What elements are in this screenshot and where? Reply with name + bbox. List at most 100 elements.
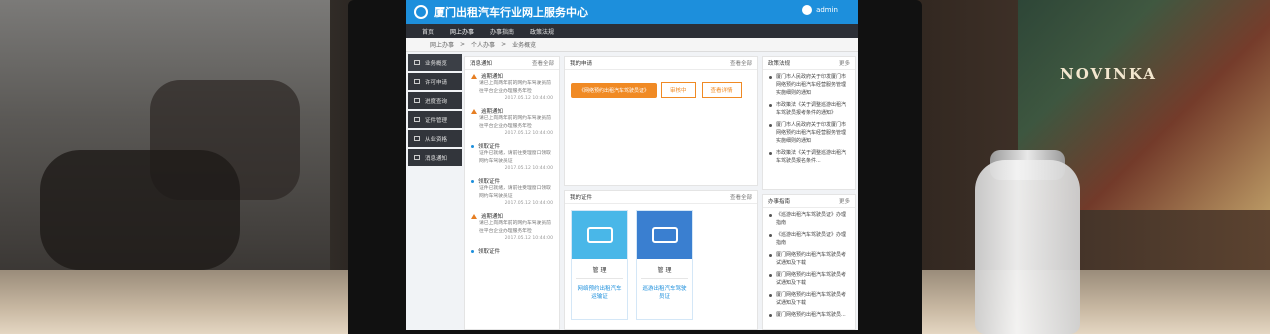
info-dot-icon	[471, 249, 474, 253]
policy-item-text: 市政策法《关于调整巡游出租汽车驾驶员报名条件...	[776, 150, 847, 164]
certificate-card[interactable]: 管 理 网络预约出租汽车运输证	[571, 210, 628, 320]
guide-list: 《巡游出租汽车驾驶员证》办理指南 《巡游出租汽车驾驶员证》办理指南 厦门网络预约出租…	[763, 208, 855, 326]
document-icon	[414, 79, 420, 84]
card-icon	[414, 117, 420, 122]
notice-item-title: 领取证件	[471, 177, 553, 185]
sidebar-item-label: 许可申请	[425, 79, 448, 86]
apply-row: 《网络预约出租汽车驾驶员证》 审核中 查看详情	[565, 70, 757, 110]
notice-item[interactable]: 领取证件	[471, 247, 553, 255]
apply-item-tag[interactable]: 《网络预约出租汽车驾驶员证》	[571, 82, 658, 98]
guide-item[interactable]: 《巡游出租汽车驾驶员证》办理指南	[769, 231, 849, 247]
main-nav: 首页 网上办事 办事指南 政策法规	[406, 24, 858, 38]
notice-body: 请已上岗两年前的网约车驾驶员前往平台企业办理服务年检	[479, 81, 551, 94]
policy-title: 政策法规	[768, 61, 791, 67]
nav-policy[interactable]: 政策法规	[530, 27, 554, 36]
notice-title-text: 领取证件	[478, 249, 501, 255]
notice-title-text: 领取证件	[478, 179, 501, 185]
warning-icon	[471, 108, 477, 114]
sidebar: 业务概览 许可申请 进度查询 证件管理 从业资格 消息通知	[408, 54, 462, 168]
bullet-icon	[769, 294, 772, 297]
car-icon	[586, 227, 613, 243]
notice-view-all-link[interactable]: 查看全部	[532, 59, 554, 67]
avatar	[802, 5, 813, 15]
sidebar-item-qualification[interactable]: 从业资格	[408, 130, 462, 147]
guide-item-text: 厦门网络预约出租汽车驾驶员...	[776, 312, 846, 318]
certificate-view-all-link[interactable]: 查看全部	[730, 193, 752, 201]
breadcrumb-online-service[interactable]: 网上办事	[430, 40, 454, 49]
policy-panel: 政策法规 更多 厦门市人民政府关于印发厦门市网络预约出租汽车经营服务管理实施细则…	[762, 56, 856, 190]
policy-item[interactable]: 市政策法《关于调整巡游出租汽车驾驶员报名条件...	[769, 149, 849, 165]
driver-icon	[651, 227, 678, 243]
certificate-card[interactable]: 管 理 巡游出租汽车驾驶员证	[636, 210, 693, 320]
logo-icon	[414, 5, 428, 19]
manage-button[interactable]: 管 理	[637, 265, 692, 274]
sidebar-item-label: 消息通知	[425, 155, 448, 162]
notice-body: 请已上岗两年前的网约车驾驶员前往平台企业办理服务年检	[479, 221, 551, 234]
policy-more-link[interactable]: 更多	[839, 59, 850, 67]
sidebar-item-label: 业务概览	[425, 60, 448, 67]
notice-item[interactable]: 逾期通知 请已上岗两年前的网约车驾驶员前往平台企业办理服务年检 2017.05.12…	[471, 107, 553, 136]
app-screen: 厦门出租汽车行业网上服务中心 admin 首页 网上办事 办事指南 政策法规 网…	[406, 0, 858, 330]
nav-guide[interactable]: 办事指南	[490, 27, 514, 36]
certificate-title: 我的证件	[570, 195, 593, 201]
speaker-icon	[414, 155, 420, 160]
guide-more-link[interactable]: 更多	[839, 197, 850, 205]
guide-item[interactable]: 《巡游出租汽车驾驶员证》办理指南	[769, 211, 849, 227]
notice-item[interactable]: 领取证件 证件已就绪，请前往受理窗口领取网约车驾驶员证 2017.05.12 10:…	[471, 177, 553, 206]
top-bar: 厦门出租汽车行业网上服务中心 admin	[406, 0, 858, 24]
nav-home[interactable]: 首页	[422, 27, 434, 36]
manage-button[interactable]: 管 理	[572, 265, 627, 274]
bullet-icon	[769, 76, 772, 79]
sidebar-item-messages[interactable]: 消息通知	[408, 149, 462, 166]
policy-list: 厦门市人民政府关于印发厦门市网络预约出租汽车经营服务管理实施细则的通知市政策法《…	[763, 70, 855, 172]
guide-item[interactable]: 厦门网络预约出租汽车驾驶员考试通知及下载	[769, 291, 849, 307]
guide-item-text: 《巡游出租汽车驾驶员证》办理指南	[776, 212, 847, 226]
bullet-icon	[769, 254, 772, 257]
certificate-header: 我的证件 查看全部	[565, 191, 757, 204]
certificate-banner	[572, 211, 627, 259]
sidebar-item-progress[interactable]: 进度查询	[408, 92, 462, 109]
apply-view-all-link[interactable]: 查看全部	[730, 59, 752, 67]
policy-item[interactable]: 厦门市人民政府关于印发厦门市网络预约出租汽车经营服务管理实施细则的通知	[769, 73, 849, 97]
notice-item[interactable]: 逾期通知 请已上岗两年前的网约车驾驶员前往平台企业办理服务年检 2017.05.12…	[471, 72, 553, 101]
username: admin	[816, 6, 838, 14]
app-title: 厦门出租汽车行业网上服务中心	[434, 6, 588, 19]
breadcrumb-personal[interactable]: 个人办事	[471, 40, 495, 49]
sidebar-item-label: 证件管理	[425, 117, 448, 124]
policy-item[interactable]: 市政策法《关于调整巡游出租汽车驾驶员报考条件的通知》	[769, 101, 849, 117]
policy-item-text: 市政策法《关于调整巡游出租汽车驾驶员报考条件的通知》	[776, 102, 847, 116]
user-menu[interactable]: admin	[802, 5, 838, 15]
status-badge: 审核中	[661, 82, 696, 98]
bullet-icon	[769, 314, 772, 317]
search-icon	[414, 98, 420, 103]
nav-online-service[interactable]: 网上办事	[450, 27, 474, 36]
sidebar-item-permit[interactable]: 许可申请	[408, 73, 462, 90]
notice-body: 证件已就绪，请前往受理窗口领取网约车驾驶员证	[479, 151, 551, 164]
sidebar-item-overview[interactable]: 业务概览	[408, 54, 462, 71]
certificate-list: 管 理 网络预约出租汽车运输证 管 理 巡游出租汽车驾驶员证	[565, 204, 757, 326]
guide-panel: 办事指南 更多 《巡游出租汽车驾驶员证》办理指南 《巡游出租汽车驾驶员证》办理指南…	[762, 194, 856, 330]
sidebar-item-label: 进度查询	[425, 98, 448, 105]
guide-item[interactable]: 厦门网络预约出租汽车驾驶员考试通知及下载	[769, 271, 849, 287]
breadcrumb: 网上办事 > 个人办事 > 业务概览	[406, 38, 858, 52]
guide-item-text: 厦门网络预约出租汽车驾驶员考试通知及下载	[776, 252, 847, 266]
bullet-icon	[769, 274, 772, 277]
sidebar-item-certificates[interactable]: 证件管理	[408, 111, 462, 128]
apply-title: 我的申请	[570, 61, 593, 67]
notice-title-text: 逾期通知	[481, 214, 504, 220]
notice-item[interactable]: 领取证件 证件已就绪，请前往受理窗口领取网约车驾驶员证 2017.05.12 10:…	[471, 142, 553, 171]
sugar-jar	[975, 160, 1080, 334]
notice-item-title: 逾期通知	[471, 212, 553, 220]
policy-item[interactable]: 厦门市人民政府关于印发厦门市网络预约出租汽车经营服务管理实施细则的通知	[769, 121, 849, 145]
notice-time: 2017.05.12 10:44:00	[504, 96, 553, 101]
bullet-icon	[769, 234, 772, 237]
policy-header: 政策法规 更多	[763, 57, 855, 70]
notice-item-title: 领取证件	[471, 247, 553, 255]
view-detail-button[interactable]: 查看详情	[701, 82, 742, 98]
breadcrumb-overview: 业务概览	[512, 42, 537, 49]
guide-item[interactable]: 厦门网络预约出租汽车驾驶员考试通知及下载	[769, 251, 849, 267]
notice-item[interactable]: 逾期通知 请已上岗两年前的网约车驾驶员前往平台企业办理服务年检 2017.05.12…	[471, 212, 553, 241]
list-icon	[414, 60, 420, 65]
guide-item-text: 厦门网络预约出租汽车驾驶员考试通知及下载	[776, 272, 847, 286]
guide-item[interactable]: 厦门网络预约出租汽车驾驶员...	[769, 311, 849, 319]
